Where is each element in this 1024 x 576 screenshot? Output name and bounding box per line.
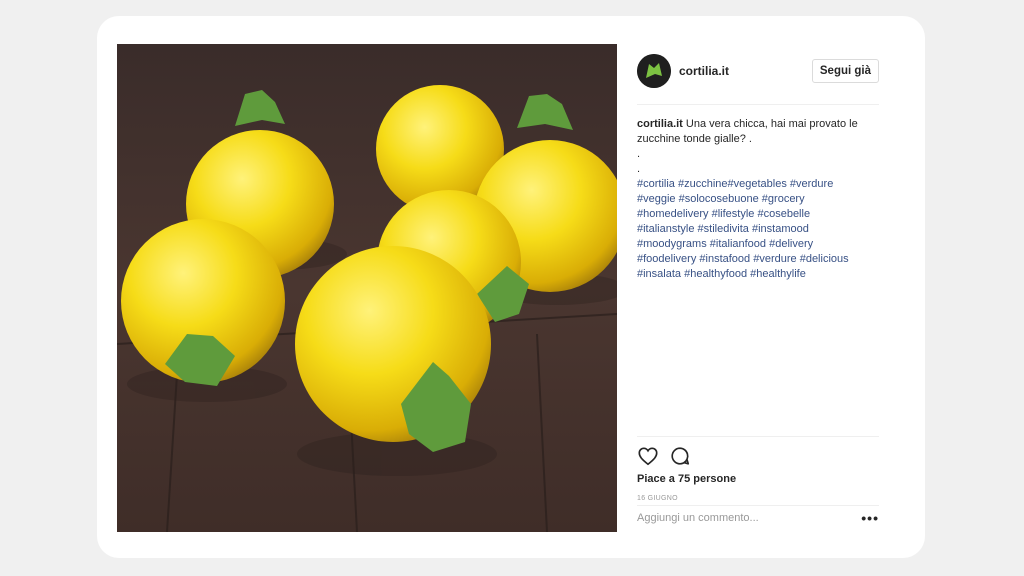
hashtag[interactable]: #moodygrams — [637, 238, 707, 250]
hashtag[interactable]: #verdure — [790, 178, 833, 190]
comment-input[interactable] — [637, 512, 847, 524]
more-options-button[interactable]: ••• — [861, 510, 879, 526]
hashtag[interactable]: #verdure — [753, 253, 796, 265]
cortilia-logo-icon — [637, 54, 671, 88]
hashtag[interactable]: #grocery — [762, 193, 805, 205]
hashtag[interactable]: #italianfood — [710, 238, 766, 250]
comment-bubble-icon[interactable] — [669, 445, 691, 467]
caption-username[interactable]: cortilia.it — [637, 118, 683, 130]
caption: cortilia.it Una vera chicca, hai mai pro… — [637, 117, 879, 282]
hashtag[interactable]: #delicious — [800, 253, 849, 265]
hashtag[interactable]: #lifestyle — [712, 208, 755, 220]
post-side-panel: cortilia.it Segui già cortilia.it Una ve… — [637, 44, 879, 532]
hashtag[interactable]: #stiledivita — [698, 223, 749, 235]
post-header: cortilia.it Segui già — [637, 54, 879, 90]
comment-divider — [637, 505, 879, 506]
hashtag[interactable]: #instafood — [699, 253, 750, 265]
heart-icon[interactable] — [637, 445, 659, 467]
hashtag[interactable]: #insalata — [637, 268, 681, 280]
post-image[interactable] — [117, 44, 617, 532]
hashtag[interactable]: #cortilia — [637, 178, 675, 190]
hashtag[interactable]: #italianstyle — [637, 223, 694, 235]
hashtag[interactable]: #cosebelle — [757, 208, 810, 220]
follow-button[interactable]: Segui già — [811, 59, 879, 83]
action-bar — [637, 445, 717, 467]
hashtag[interactable]: #healthyfood — [684, 268, 747, 280]
post-card: cortilia.it Segui già cortilia.it Una ve… — [97, 16, 925, 558]
hashtag[interactable]: #healthylife — [750, 268, 806, 280]
avatar[interactable] — [637, 54, 671, 88]
caption-dot: . — [637, 163, 641, 175]
hashtag[interactable]: #homedelivery — [637, 208, 709, 220]
hashtag-list: #cortilia #zucchine#vegetables #verdure … — [637, 177, 879, 282]
hashtag[interactable]: #foodelivery — [637, 253, 696, 265]
hashtag[interactable]: #delivery — [769, 238, 813, 250]
actions-divider — [637, 436, 879, 437]
username[interactable]: cortilia.it — [679, 64, 729, 78]
hashtag[interactable]: #instamood — [752, 223, 809, 235]
hashtag[interactable]: #zucchine — [678, 178, 728, 190]
header-divider — [637, 104, 879, 105]
likes-count[interactable]: Piace a 75 persone — [637, 473, 736, 485]
caption-dot: . — [637, 148, 641, 160]
comment-row: ••• — [637, 510, 879, 532]
post-date: 16 GIUGNO — [637, 495, 678, 502]
hashtag[interactable]: #vegetables — [728, 178, 787, 190]
hashtag[interactable]: #veggie — [637, 193, 676, 205]
hashtag[interactable]: #solocosebuone — [679, 193, 759, 205]
